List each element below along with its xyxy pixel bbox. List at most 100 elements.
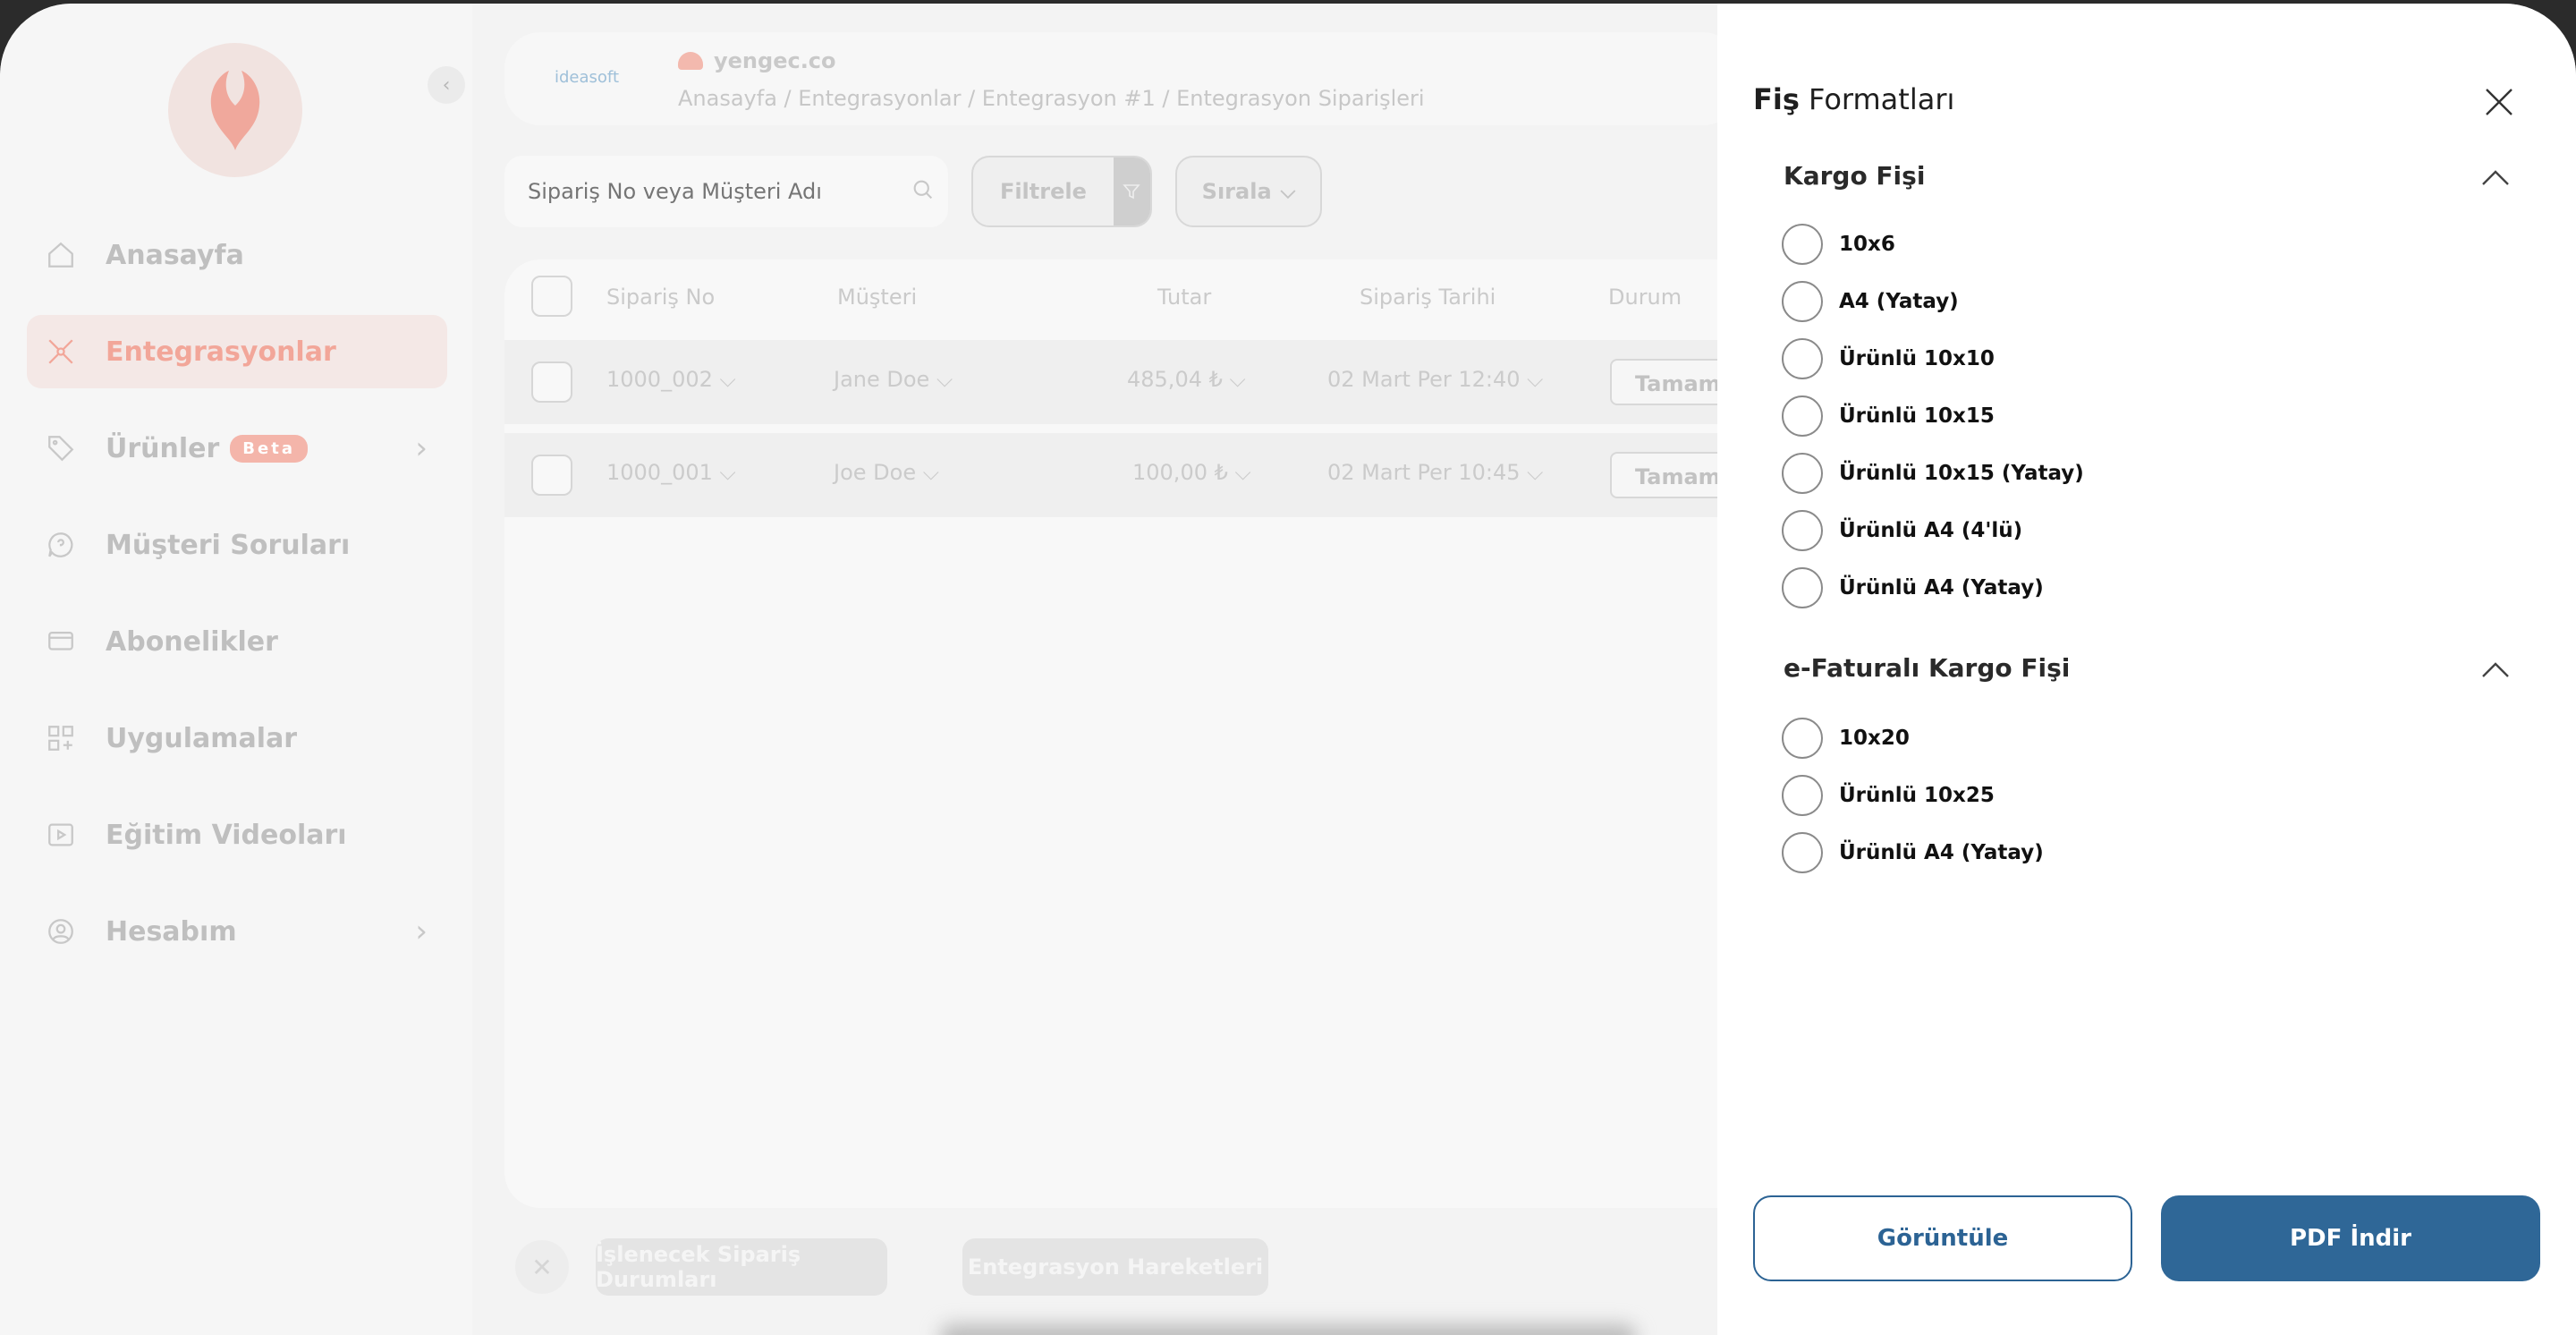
chevron-up-icon[interactable] (2478, 165, 2513, 191)
chevron-up-icon[interactable] (2478, 657, 2513, 684)
pdf-download-button[interactable]: PDF İndir (2161, 1195, 2540, 1281)
close-selection-button[interactable]: ✕ (515, 1240, 569, 1294)
sidebar-item-label: Hesabım (106, 915, 237, 948)
column-header-status[interactable]: Durum (1608, 285, 1682, 310)
close-drawer-button[interactable] (2479, 82, 2519, 122)
chevron-right-icon: › (415, 430, 428, 466)
radio-button[interactable] (1782, 395, 1823, 437)
sidebar-item-label: Ürünler (106, 432, 220, 464)
order-date: 02 Mart Per 10:45 ⌵ (1327, 460, 1544, 485)
store-name[interactable]: yengec.co (678, 48, 836, 73)
video-icon (43, 817, 79, 853)
sidebar-item-label: Uygulamalar (106, 722, 298, 754)
column-header-amount[interactable]: Tutar (1157, 285, 1211, 310)
radio-button[interactable] (1782, 775, 1823, 816)
beta-badge: Beta (230, 434, 308, 463)
integration-logs-button[interactable]: Entegrasyon Hareketleri (962, 1238, 1268, 1296)
filter-label: Filtrele (999, 179, 1087, 204)
filter-button[interactable]: Filtrele (971, 156, 1152, 227)
platform-logo: ideasoft (555, 68, 619, 87)
breadcrumb[interactable]: Anasayfa / Entegrasyonlar / Entegrasyon … (678, 86, 1425, 111)
amount: 100,00 ₺ ⌵ (1132, 460, 1251, 485)
receipt-formats-drawer: Fiş Formatları Kargo Fişi 10x6 A4 (Yatay… (1717, 4, 2576, 1335)
format-option-a4-yatay[interactable]: A4 (Yatay) (1782, 281, 1959, 322)
store-icon (678, 52, 703, 70)
radio-button[interactable] (1782, 567, 1823, 608)
app-logo[interactable] (168, 43, 302, 177)
chevron-down-icon: ⌵ (1280, 180, 1296, 203)
section-title-e-faturali-kargo-fisi[interactable]: e-Faturalı Kargo Fişi (1784, 653, 2070, 683)
orders-table: Sipariş No Müşteri Tutar Sipariş Tarihi … (504, 259, 1792, 1208)
crab-logo-icon (210, 71, 260, 150)
order-status-settings-button[interactable]: İşlenecek Sipariş Durumları (596, 1238, 887, 1296)
select-all-checkbox[interactable] (531, 276, 572, 317)
sidebar-item-label: Eğitim Videoları (106, 819, 347, 851)
format-option-urunlu-10x15-yatay[interactable]: Ürünlü 10x15 (Yatay) (1782, 453, 2084, 494)
order-no: 1000_002 ⌵ (606, 367, 736, 392)
sidebar-item-hesabim[interactable]: Hesabım › (27, 895, 447, 968)
customer: Joe Doe ⌵ (834, 460, 939, 485)
table-row[interactable]: 1000_001 ⌵ Joe Doe ⌵ 100,00 ₺ ⌵ 02 Mart … (504, 433, 1792, 517)
format-option-10x20[interactable]: 10x20 (1782, 718, 1910, 759)
format-option-urunlu-10x10[interactable]: Ürünlü 10x10 (1782, 338, 1995, 379)
column-header-customer[interactable]: Müşteri (837, 285, 917, 310)
format-option-efatura-urunlu-a4-yatay[interactable]: Ürünlü A4 (Yatay) (1782, 832, 2044, 873)
home-icon (43, 237, 79, 273)
radio-button[interactable] (1782, 718, 1823, 759)
format-option-urunlu-a4-4lu[interactable]: Ürünlü A4 (4'lü) (1782, 510, 2022, 551)
format-option-urunlu-10x25[interactable]: Ürünlü 10x25 (1782, 775, 1995, 816)
user-icon (43, 914, 79, 949)
row-checkbox[interactable] (531, 361, 572, 403)
question-icon (43, 527, 79, 563)
sidebar-item-uygulamalar[interactable]: Uygulamalar (27, 702, 447, 775)
sidebar-item-label: Anasayfa (106, 239, 244, 271)
sidebar-item-anasayfa[interactable]: Anasayfa (27, 218, 447, 292)
chevron-right-icon: › (415, 914, 428, 949)
radio-button[interactable] (1782, 832, 1823, 873)
collapse-sidebar-button[interactable]: ‹ (428, 66, 465, 104)
radio-button[interactable] (1782, 281, 1823, 322)
sort-button[interactable]: Sırala ⌵ (1175, 156, 1322, 227)
table-row[interactable]: 1000_002 ⌵ Jane Doe ⌵ 485,04 ₺ ⌵ 02 Mart… (504, 340, 1792, 424)
integration-icon (43, 334, 79, 370)
status-badge[interactable]: Tamamlandı (1610, 359, 1735, 405)
bottom-shadow (939, 1324, 1637, 1335)
radio-button[interactable] (1782, 224, 1823, 265)
sidebar-item-label: Müşteri Soruları (106, 529, 351, 561)
apps-icon (43, 720, 79, 756)
sidebar-item-abonelikler[interactable]: Abonelikler (27, 605, 447, 678)
chevron-left-icon: ‹ (442, 73, 451, 97)
amount: 485,04 ₺ ⌵ (1127, 367, 1246, 392)
column-header-order-no[interactable]: Sipariş No (606, 285, 715, 310)
section-title-kargo-fisi[interactable]: Kargo Fişi (1784, 161, 1925, 191)
sidebar-item-label: Entegrasyonlar (106, 336, 336, 368)
tag-icon (43, 430, 79, 466)
search-input[interactable] (528, 179, 886, 204)
row-checkbox[interactable] (531, 455, 572, 496)
radio-button[interactable] (1782, 453, 1823, 494)
customer: Jane Doe ⌵ (834, 367, 953, 392)
search-icon[interactable] (911, 177, 936, 206)
drawer-title: Fiş Formatları (1753, 82, 1955, 116)
status-badge[interactable]: Tamamlandı (1610, 452, 1735, 498)
order-no: 1000_001 ⌵ (606, 460, 736, 485)
close-icon (2486, 89, 2512, 115)
header: ideasoft yengec.co Anasayfa / Entegrasyo… (504, 32, 1739, 125)
sidebar-item-musteri-sorulari[interactable]: Müşteri Soruları (27, 508, 447, 582)
funnel-icon (1113, 157, 1150, 225)
sort-label: Sırala (1201, 179, 1272, 204)
view-button[interactable]: Görüntüle (1753, 1195, 2132, 1281)
radio-button[interactable] (1782, 338, 1823, 379)
format-option-10x6[interactable]: 10x6 (1782, 224, 1895, 265)
sidebar-item-egitim-videolari[interactable]: Eğitim Videoları (27, 798, 447, 872)
close-icon: ✕ (531, 1252, 553, 1282)
sidebar-item-entegrasyonlar[interactable]: Entegrasyonlar (27, 315, 447, 388)
format-option-urunlu-10x15[interactable]: Ürünlü 10x15 (1782, 395, 1995, 437)
sidebar-item-label: Abonelikler (106, 625, 278, 658)
search-box (504, 156, 948, 227)
subscription-icon (43, 624, 79, 659)
radio-button[interactable] (1782, 510, 1823, 551)
sidebar-item-urunler[interactable]: Ürünler Beta › (27, 412, 447, 485)
format-option-urunlu-a4-yatay[interactable]: Ürünlü A4 (Yatay) (1782, 567, 2044, 608)
column-header-order-date[interactable]: Sipariş Tarihi (1360, 285, 1496, 310)
